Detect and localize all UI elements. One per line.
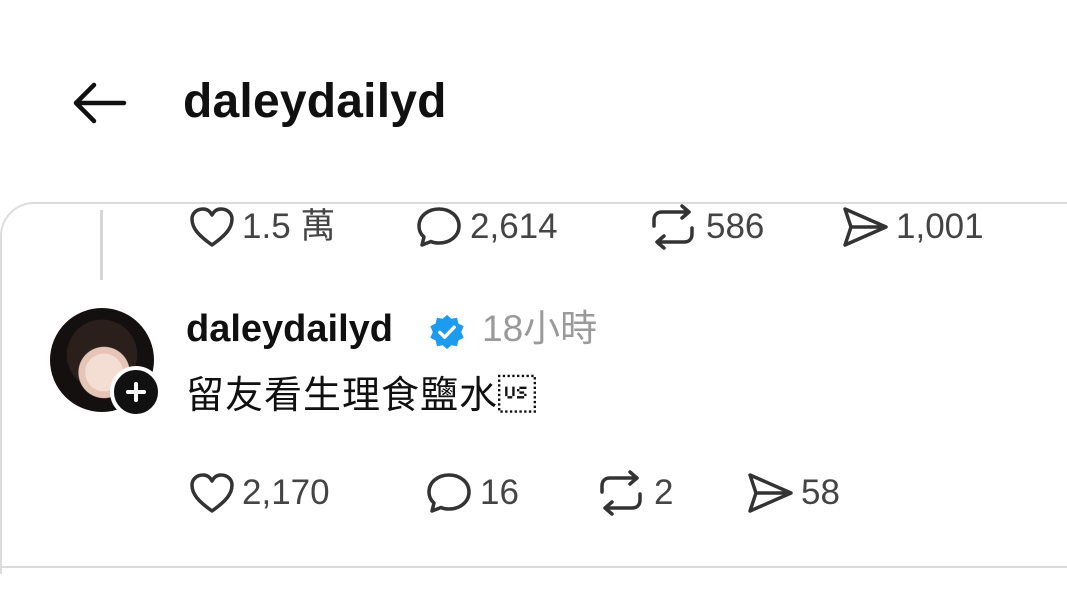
repost-icon [594,470,648,516]
share-button[interactable]: 1,001 [840,202,984,252]
back-button[interactable] [68,80,130,126]
repost-button[interactable]: 2 [594,468,673,518]
post-actions: 2,170 16 2 58 [0,468,1067,518]
share-count: 1,001 [896,207,984,246]
verified-badge-icon [430,314,464,350]
like-button[interactable]: 1.5 萬 [188,202,335,252]
comment-bubble-icon [424,470,474,516]
repost-count: 2 [654,473,674,512]
arrow-left-icon [73,82,127,124]
comment-button[interactable]: 2,614 [414,202,558,252]
send-icon [840,204,890,250]
previous-post-actions: 1.5 萬 2,614 586 1,001 [0,202,1067,252]
share-button[interactable]: 58 [745,468,840,518]
send-icon [745,470,795,516]
post-username[interactable]: daleydailyd [186,302,393,356]
header: daleydailyd [0,60,1067,144]
share-count: 58 [801,473,840,512]
post-text: 留友看生理食鹽水 [186,375,538,417]
divider [0,566,1067,568]
page-title: daleydailyd [183,75,447,128]
follow-button[interactable] [110,366,162,418]
like-button[interactable]: 2,170 [188,468,330,518]
repost-button[interactable]: 586 [646,202,764,252]
post-timestamp: 18小時 [482,308,598,349]
comment-button[interactable]: 16 [424,468,519,518]
repost-icon [646,204,700,250]
comment-count: 2,614 [470,207,558,246]
plus-icon [126,382,146,402]
comment-bubble-icon [414,204,464,250]
heart-icon [188,205,236,249]
repost-count: 586 [706,207,765,246]
like-count: 2,170 [242,473,330,512]
comment-count: 16 [480,473,519,512]
heart-icon [188,471,236,515]
like-count: 1.5 萬 [242,207,336,246]
thread-page: daleydailyd 1.5 萬 2,614 586 1,001 daleyd… [0,0,1067,600]
